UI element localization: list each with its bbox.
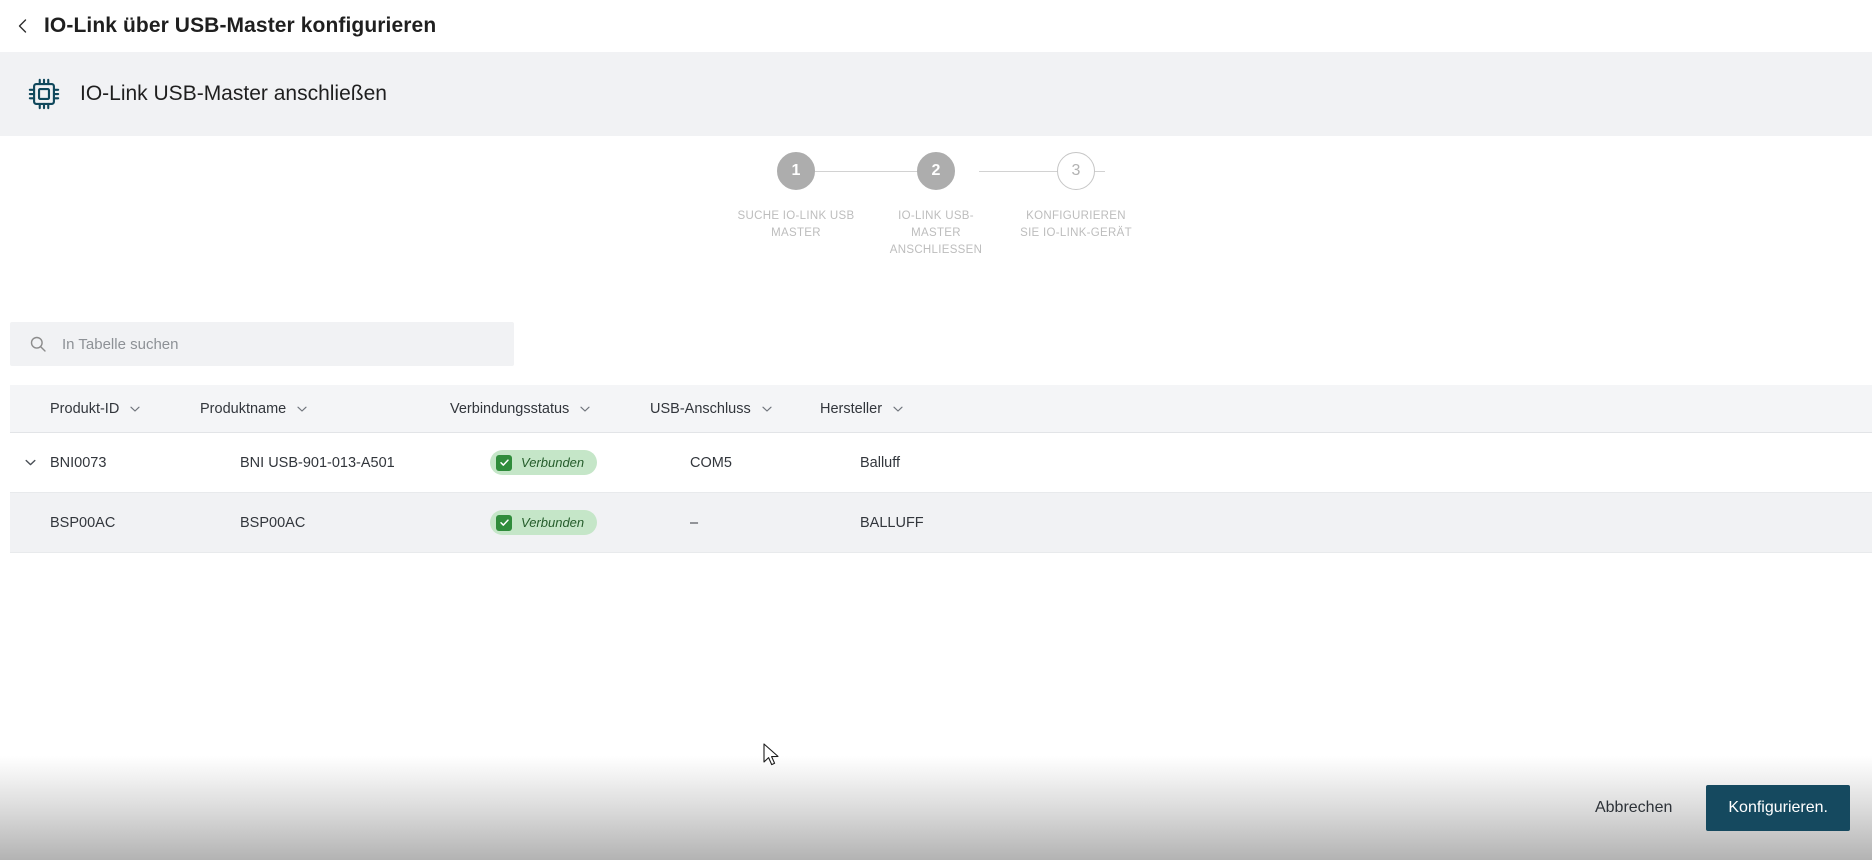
column-header-usb-anschluss-label: USB-Anschluss [650,400,751,417]
cell-hersteller: Balluff [860,454,901,471]
step-3-circle[interactable]: 3 [1057,152,1095,190]
chevron-down-icon [129,403,141,415]
section-banner: IO-Link USB-Master anschließen [0,52,1872,136]
column-header-verbindungsstatus-label: Verbindungsstatus [450,400,570,417]
column-header-produkt-id[interactable]: Produkt-ID [50,401,200,417]
status-badge-label: Verbunden [521,515,585,530]
chip-icon [24,74,64,114]
chevron-down-icon [892,403,904,415]
devices-table: Produkt-ID Produktname Verbindungsstatus… [10,385,1872,553]
cell-verbindungsstatus: Verbunden [490,510,690,535]
page-title: IO-Link über USB-Master konfigurieren [44,14,437,37]
step-1-circle[interactable]: 1 [777,152,815,190]
step-2-number: 2 [931,162,941,179]
status-badge-label: Verbunden [521,455,585,470]
cancel-button[interactable]: Abbrechen [1587,789,1680,827]
chevron-left-icon [15,18,31,34]
wizard-stepper: 1 SUCHE IO-LINK USB MASTER 2 IO-LINK USB… [0,136,1872,276]
chevron-down-icon [761,403,773,415]
table-search-box[interactable] [10,322,514,366]
row-expand-cell [10,456,50,469]
column-header-produktname-label: Produktname [200,400,287,417]
step-3-number: 3 [1071,162,1081,179]
search-input[interactable] [62,335,514,353]
title-bar: IO-Link über USB-Master konfigurieren [0,0,1872,52]
status-badge: Verbunden [490,510,598,535]
cell-usb-anschluss: – [690,514,699,531]
step-1-label: SUCHE IO-LINK USB MASTER [737,210,855,239]
configure-button[interactable]: Konfigurieren. [1706,785,1850,831]
cell-usb-anschluss: COM5 [690,454,732,471]
chevron-down-icon [296,403,308,415]
column-header-produkt-id-label: Produkt-ID [50,400,120,417]
table-row[interactable]: BSP00AC BSP00AC Verbunden – BALLUFF [10,493,1872,553]
step-3-label: KONFIGURIEREN SIE IO-LINK-GERÄT [1020,210,1132,239]
cell-produkt-id: BNI0073 [50,454,107,471]
cell-produktname: BSP00AC [240,514,306,531]
check-icon [496,514,512,531]
table-header-row: Produkt-ID Produktname Verbindungsstatus… [10,385,1872,433]
cell-hersteller: BALLUFF [860,514,924,531]
column-header-hersteller-label: Hersteller [820,400,883,417]
cell-produkt-id: BSP00AC [50,514,116,531]
column-header-verbindungsstatus[interactable]: Verbindungsstatus [450,401,650,417]
step-1-number: 1 [791,162,801,179]
column-header-hersteller[interactable]: Hersteller [820,401,1080,417]
cell-verbindungsstatus: Verbunden [490,450,690,475]
search-icon [28,334,48,354]
step-2-label: IO-LINK USB-MASTER ANSCHLIESSEN [889,210,983,256]
configure-iolink-usb-master-page: IO-Link über USB-Master konfigurieren IO… [0,0,1872,860]
footer-action-bar: Abbrechen Konfigurieren. [0,756,1872,860]
back-button[interactable] [6,9,40,43]
status-badge: Verbunden [490,450,598,475]
cell-produktname: BNI USB-901-013-A501 [240,454,395,471]
check-icon [496,454,512,471]
step-2-circle[interactable]: 2 [917,152,955,190]
banner-title: IO-Link USB-Master anschließen [80,82,387,105]
column-header-produktname[interactable]: Produktname [200,401,450,417]
column-header-usb-anschluss[interactable]: USB-Anschluss [650,401,820,417]
chevron-down-icon[interactable] [24,456,37,469]
chevron-down-icon [579,403,591,415]
table-row[interactable]: BNI0073 BNI USB-901-013-A501 Verbunden C… [10,433,1872,493]
